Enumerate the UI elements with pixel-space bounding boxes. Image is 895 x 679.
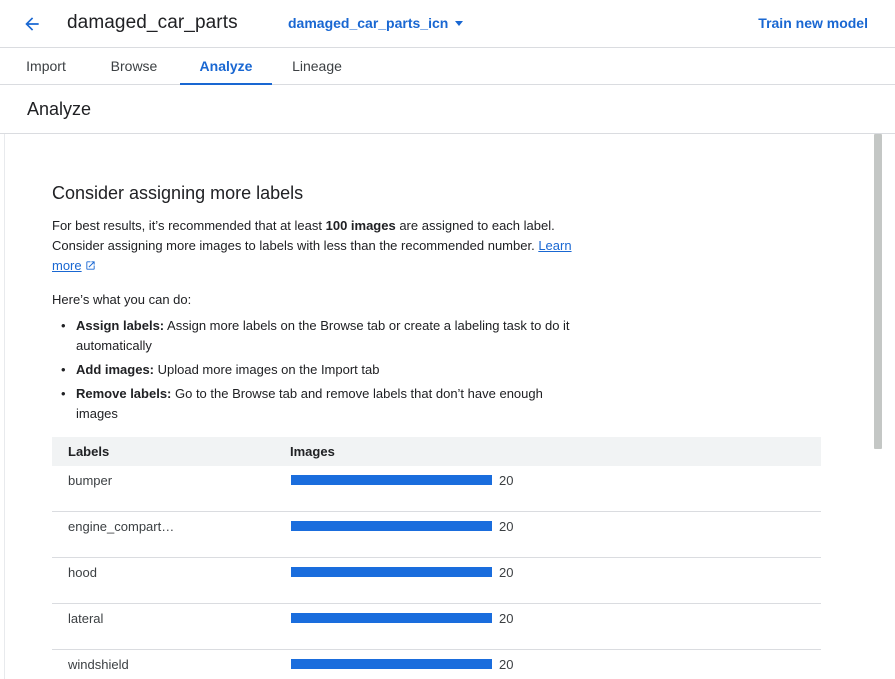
card-heading: Consider assigning more labels xyxy=(52,183,304,203)
section-title: Analyze xyxy=(27,99,92,119)
arrow-back-icon[interactable] xyxy=(18,10,46,38)
page-title: damaged_car_parts xyxy=(67,12,238,33)
tip-assign-labels: Assign labels: Assign more labels on the… xyxy=(52,316,572,356)
image-count-bar xyxy=(291,475,492,485)
description-bold: 100 images xyxy=(325,218,396,233)
row-label: lateral xyxy=(68,611,104,626)
row-count: 20 xyxy=(499,657,514,672)
tab-browse[interactable]: Browse xyxy=(92,48,176,84)
scrollbar-thumb[interactable] xyxy=(874,134,882,449)
tab-bar: Import Browse Analyze Lineage xyxy=(0,48,895,85)
section-header: Analyze xyxy=(0,85,895,134)
row-label: windshield xyxy=(68,657,129,672)
table-row: hood 20 xyxy=(52,558,821,604)
caret-down-icon xyxy=(455,21,464,26)
tips-list: Assign labels: Assign more labels on the… xyxy=(52,316,572,428)
tip-add-images: Add images: Upload more images on the Im… xyxy=(52,360,572,380)
row-label: bumper xyxy=(68,473,113,488)
dataset-dropdown-label: damaged_car_parts_icn xyxy=(288,15,449,31)
tip-text: Upload more images on the Import tab xyxy=(154,362,380,377)
train-new-model-button[interactable]: Train new model xyxy=(758,15,868,31)
row-count: 20 xyxy=(499,565,514,580)
description-text-start: For best results, it’s recommended that … xyxy=(52,218,326,233)
tab-lineage[interactable]: Lineage xyxy=(272,48,362,84)
analyze-panel: Consider assigning more labels For best … xyxy=(4,134,888,679)
row-label: hood xyxy=(68,565,97,580)
dataset-dropdown[interactable]: damaged_car_parts_icn xyxy=(288,15,464,31)
top-app-bar: damaged_car_parts damaged_car_parts_icn … xyxy=(0,0,895,48)
image-count-bar xyxy=(291,521,492,531)
table-row: lateral 20 xyxy=(52,604,821,650)
image-count-bar xyxy=(291,613,492,623)
row-count: 20 xyxy=(499,611,514,626)
tip-title: Remove labels: xyxy=(76,386,172,401)
table-row: engine_compart… 20 xyxy=(52,512,821,558)
tab-analyze[interactable]: Analyze xyxy=(180,48,272,85)
card-description: For best results, it’s recommended that … xyxy=(52,216,572,277)
tip-title: Assign labels: xyxy=(76,318,165,333)
tab-import[interactable]: Import xyxy=(0,48,92,84)
open-in-new-icon[interactable] xyxy=(85,257,96,277)
todo-intro: Here’s what you can do: xyxy=(52,292,192,307)
image-count-bar xyxy=(291,567,492,577)
tip-remove-labels: Remove labels: Go to the Browse tab and … xyxy=(52,384,572,424)
labels-table: Labels Images bumper 20 engine_compart… … xyxy=(52,437,821,679)
row-count: 20 xyxy=(499,473,514,488)
recommendation-card: Consider assigning more labels xyxy=(52,183,572,204)
row-label: engine_compart… xyxy=(68,519,175,534)
image-count-bar xyxy=(291,659,492,669)
column-header-labels: Labels xyxy=(68,444,110,459)
tip-title: Add images: xyxy=(76,362,155,377)
table-row: windshield 20 xyxy=(52,650,821,679)
table-header: Labels Images xyxy=(52,437,821,466)
row-count: 20 xyxy=(499,519,514,534)
column-header-images: Images xyxy=(290,444,335,459)
table-row: bumper 20 xyxy=(52,466,821,512)
